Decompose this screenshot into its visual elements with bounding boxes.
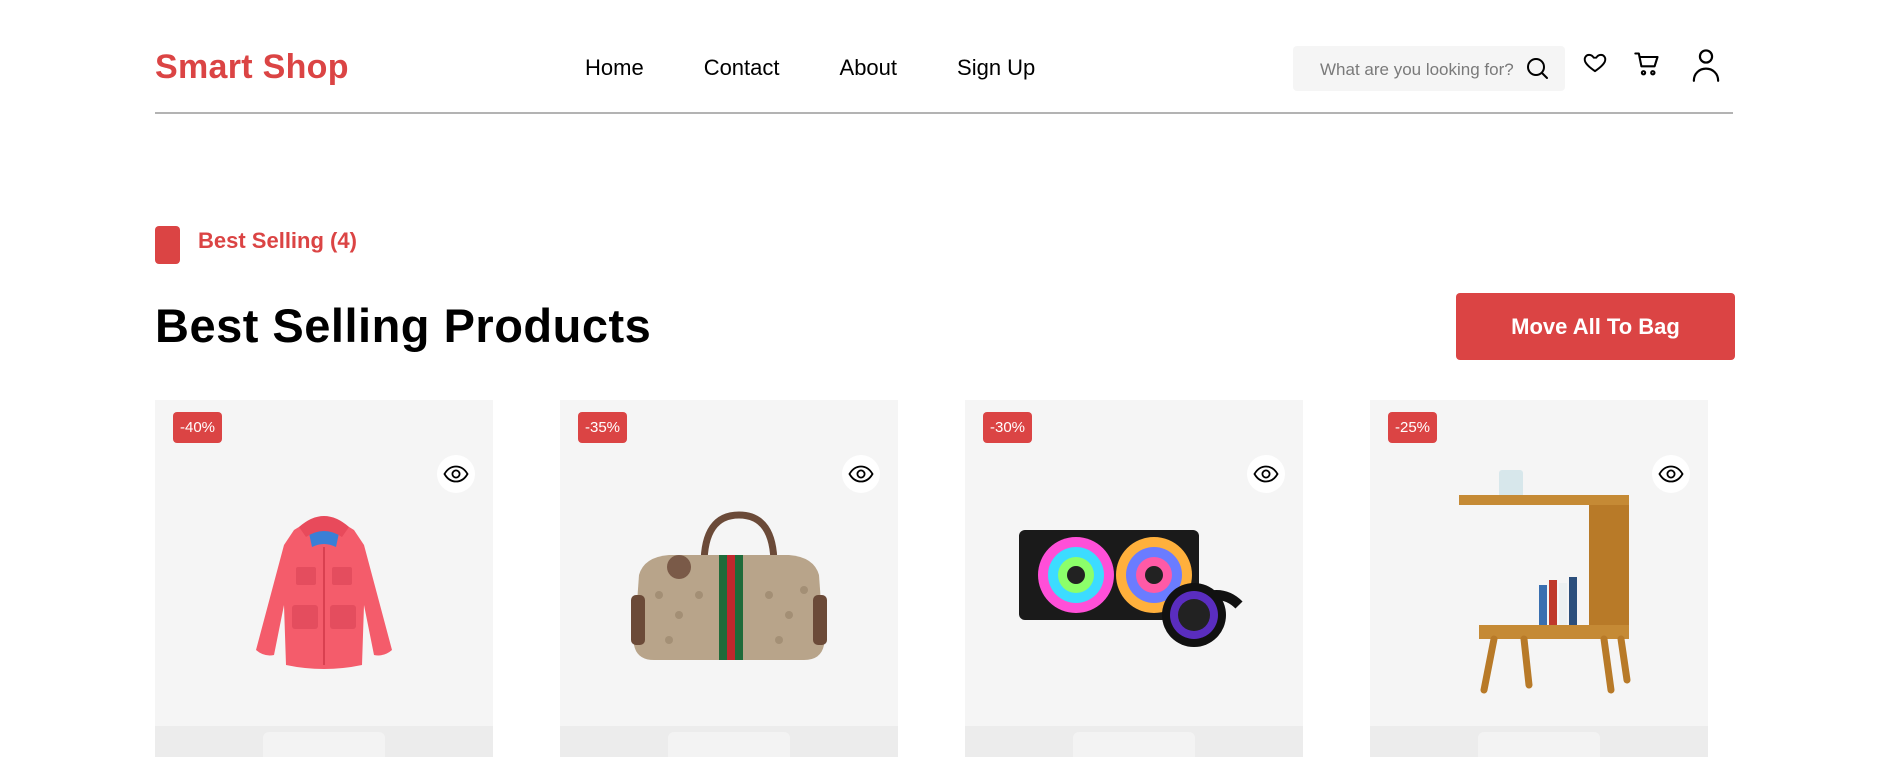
section-tag-label: Best Selling (4) xyxy=(198,228,357,253)
main-nav: Home Contact About Sign Up xyxy=(585,55,1035,81)
product-card[interactable]: -25% xyxy=(1370,400,1708,757)
search-box xyxy=(1293,46,1565,93)
nav-sign-up[interactable]: Sign Up xyxy=(957,55,1035,81)
product-card[interactable]: -35% xyxy=(560,400,898,757)
card-footer xyxy=(1370,726,1708,757)
section-title: Best Selling Products xyxy=(155,299,652,352)
search-icon[interactable] xyxy=(1525,56,1549,85)
cart-icon[interactable] xyxy=(1633,50,1661,83)
discount-badge: -35% xyxy=(578,412,628,443)
card-footer xyxy=(965,726,1303,757)
user-account-icon[interactable] xyxy=(1691,48,1721,87)
site-header: Smart Shop Home Contact About Sign Up xyxy=(155,0,1733,114)
card-footer xyxy=(560,726,898,757)
nav-home[interactable]: Home xyxy=(585,55,644,81)
discount-badge: -40% xyxy=(173,412,223,443)
product-image-cooler[interactable] xyxy=(965,450,1303,720)
nav-about[interactable]: About xyxy=(840,55,898,81)
site-logo[interactable]: Smart Shop xyxy=(155,48,349,87)
wishlist-heart-icon[interactable] xyxy=(1582,50,1608,81)
product-card[interactable]: -30% xyxy=(965,400,1303,757)
product-image-jacket[interactable] xyxy=(155,450,493,720)
discount-badge: -25% xyxy=(1388,412,1438,443)
search-input[interactable] xyxy=(1318,46,1522,93)
move-all-to-bag-button[interactable]: Move All To Bag xyxy=(1456,293,1735,360)
product-image-side-table[interactable] xyxy=(1370,450,1708,720)
discount-badge: -30% xyxy=(983,412,1033,443)
nav-contact[interactable]: Contact xyxy=(704,55,780,81)
card-footer xyxy=(155,726,493,757)
section-tag-marker xyxy=(155,226,180,264)
product-card[interactable]: -40% xyxy=(155,400,493,757)
product-image-bag[interactable] xyxy=(560,450,898,720)
